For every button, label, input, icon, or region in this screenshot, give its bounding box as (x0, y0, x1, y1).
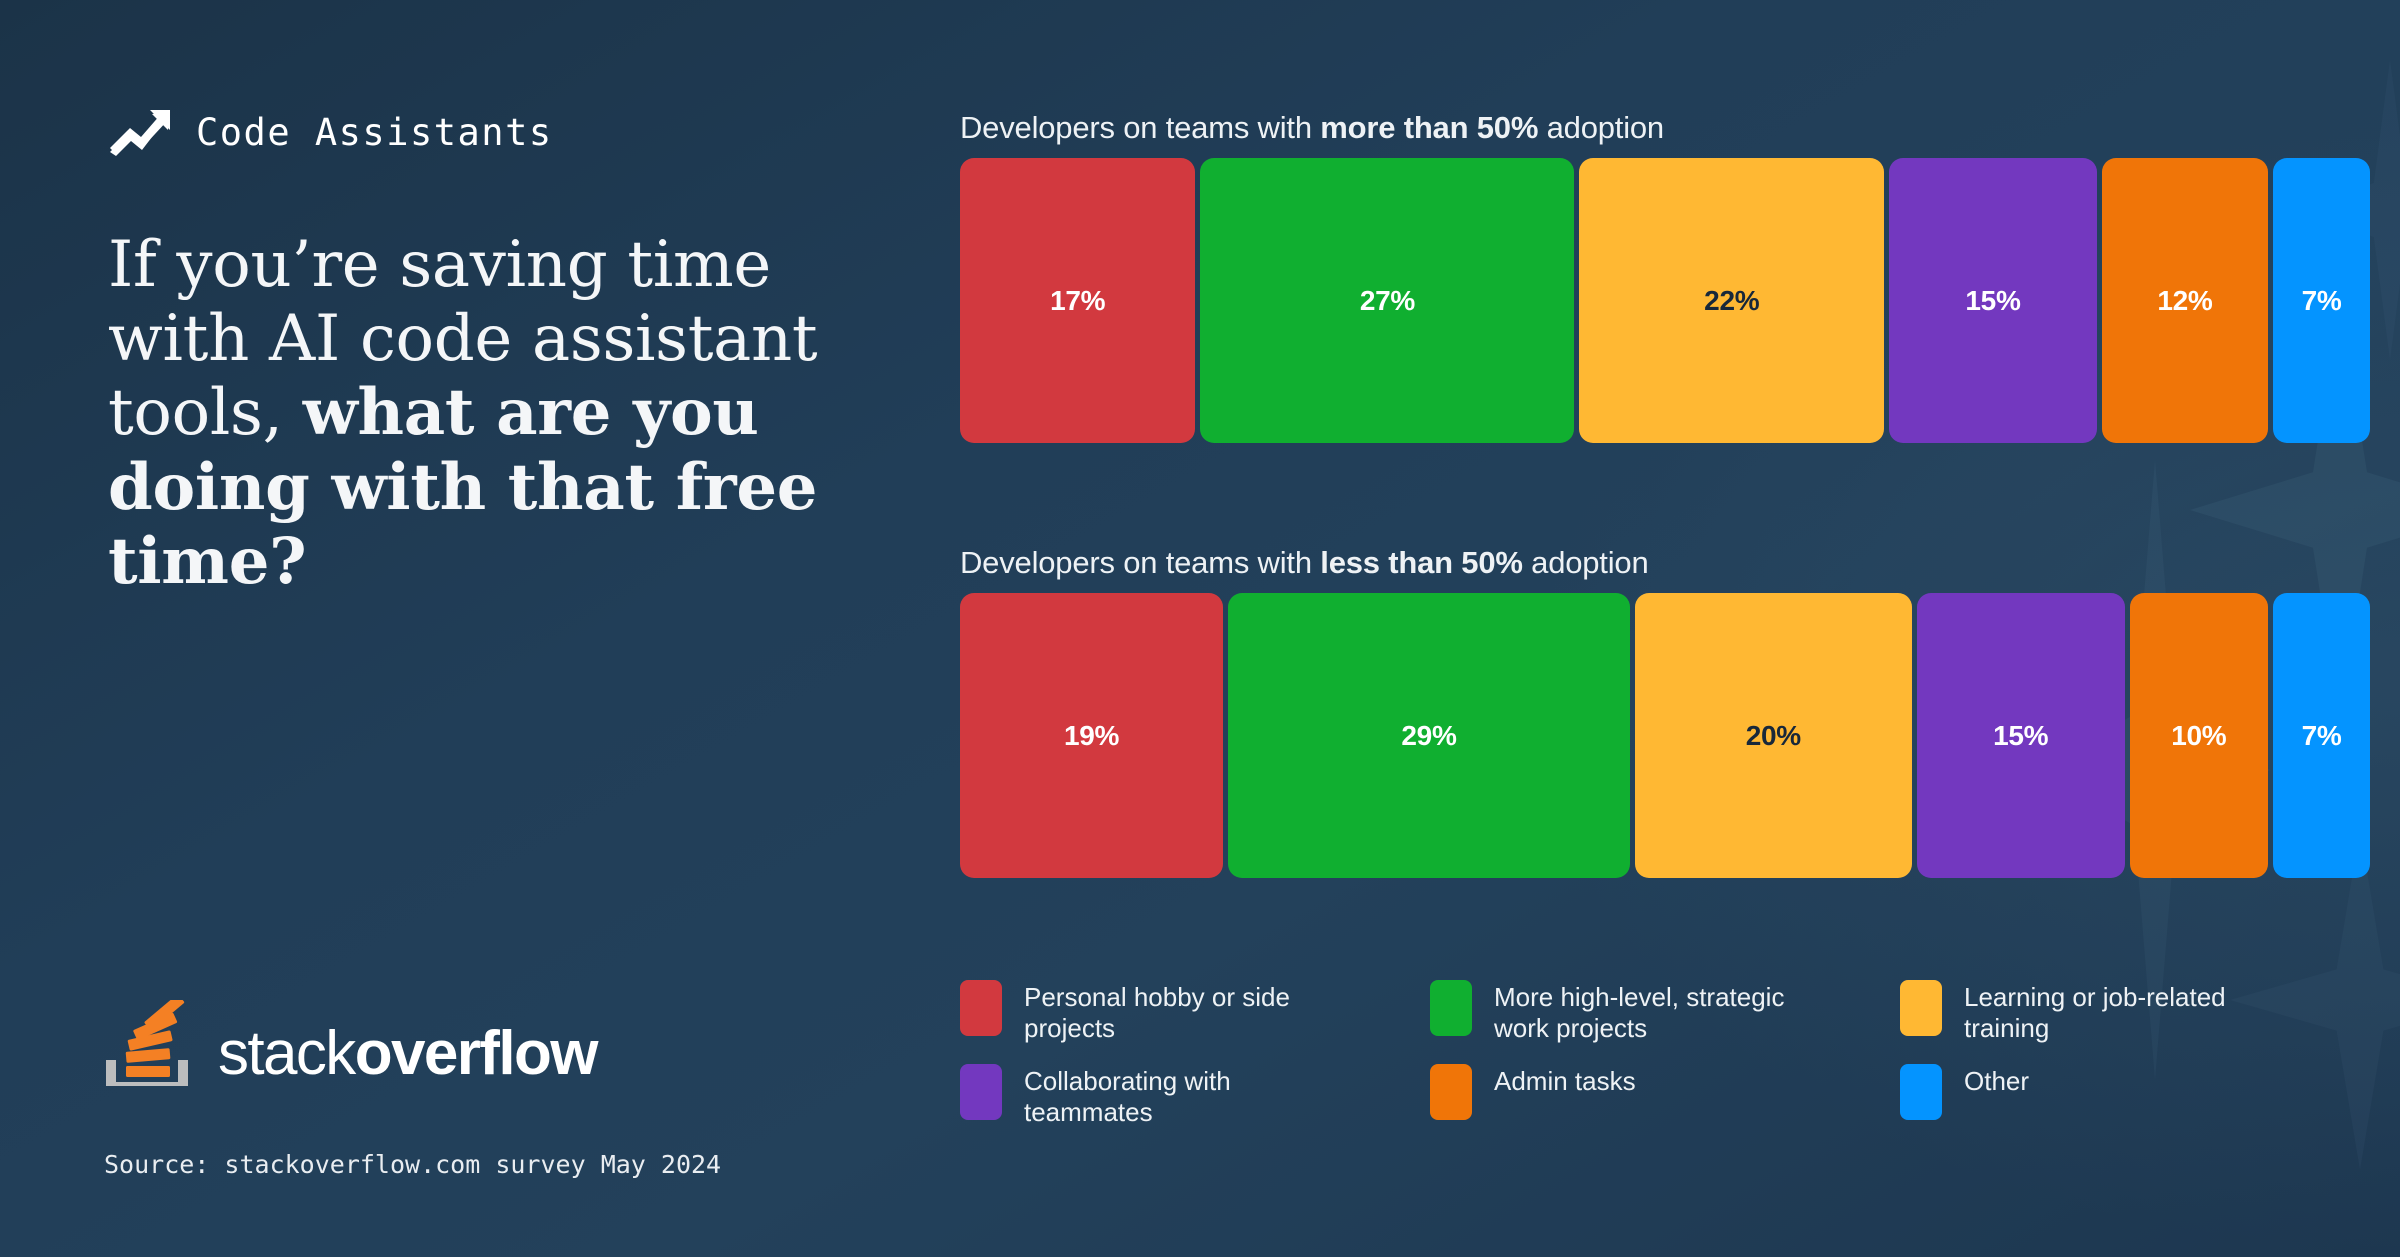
legend-item-label: Other (1964, 1066, 2030, 1096)
caption-suffix: adoption (1538, 110, 1665, 145)
legend-item[interactable]: Personal hobby or side projects (960, 980, 1430, 1043)
bar-value-label: 17% (1050, 284, 1106, 316)
bar-segment[interactable]: 7% (2273, 593, 2371, 878)
trending-up-arrow-icon (110, 110, 170, 156)
logo-word-overflow: overflow (354, 1019, 599, 1089)
caption-prefix: Developers on teams with (960, 545, 1321, 580)
legend-item[interactable]: Other (1900, 1064, 2370, 1122)
bar-segment[interactable]: 7% (2273, 158, 2371, 443)
stackoverflow-logo[interactable]: stackoverflow (104, 1000, 598, 1086)
chart-caption-less-than-50: Developers on teams with less than 50% a… (960, 545, 2370, 581)
legend-item-label: Personal hobby or side projects (1024, 982, 1290, 1043)
bar-segment[interactable]: 19% (960, 593, 1224, 878)
bar-segment[interactable]: 10% (2129, 593, 2269, 878)
bar-value-label: 27% (1359, 284, 1415, 316)
legend-swatch-learning-training (1900, 980, 1942, 1036)
legend-item[interactable]: Learning or job-related training (1900, 980, 2370, 1043)
bar-segment[interactable]: 12% (2101, 158, 2269, 443)
legend-swatch-other (1900, 1064, 1942, 1120)
legend-item[interactable]: Admin tasks (1430, 1064, 1900, 1122)
chart-caption-more-than-50: Developers on teams with more than 50% a… (960, 110, 2370, 146)
stacked-bar-row: 19% 29% 20% 15% 10% 7% (960, 593, 2371, 878)
stacked-bar-row: 17% 27% 22% 15% 12% 7% (960, 158, 2371, 443)
bar-value-label: 15% (1993, 719, 2049, 751)
bar-value-label: 10% (2171, 719, 2227, 751)
legend-swatch-strategic-work (1430, 980, 1472, 1036)
bar-value-label: 12% (2157, 284, 2213, 316)
caption-suffix: adoption (1522, 545, 1649, 580)
stackoverflow-wordmark: stackoverflow (218, 1023, 598, 1086)
legend-item-label: More high-level, strategic work projects (1494, 982, 1785, 1043)
bar-value-label: 20% (1745, 719, 1801, 751)
eyebrow-header: Code Assistants (108, 108, 553, 156)
bar-segment[interactable]: 29% (1228, 593, 1630, 878)
bar-value-label: 7% (2301, 284, 2342, 316)
chart-legend: Personal hobby or side projects More high… (960, 980, 2370, 1127)
bar-value-label: 7% (2301, 719, 2342, 751)
stack-overflow-logo-icon (106, 1000, 188, 1086)
logo-word-stack: stack (218, 1019, 356, 1089)
bar-value-label: 29% (1401, 719, 1457, 751)
page-title: If you’re saving time with AI code assis… (108, 228, 908, 599)
bar-segment[interactable]: 15% (1889, 158, 2097, 443)
legend-item-label: Collaborating with teammates (1024, 1066, 1231, 1127)
chart-column: Developers on teams with more than 50% a… (960, 0, 2371, 1257)
bar-value-label: 15% (1965, 284, 2021, 316)
bar-segment[interactable]: 27% (1200, 158, 1575, 443)
legend-swatch-personal-hobby (960, 980, 1002, 1036)
infographic-canvas: Code Assistants If you’re saving time wi… (0, 0, 2400, 1257)
legend-item-label: Learning or job-related training (1964, 982, 2226, 1043)
chart-group-more-than-50: Developers on teams with more than 50% a… (960, 110, 2371, 443)
legend-item[interactable]: Collaborating with teammates (960, 1064, 1430, 1127)
caption-emphasis: less than 50% (1320, 545, 1523, 580)
caption-prefix: Developers on teams with (960, 110, 1321, 145)
legend-item-label: Admin tasks (1494, 1066, 1636, 1096)
bar-segment[interactable]: 22% (1579, 158, 1885, 443)
left-column: Code Assistants If you’re saving time wi… (104, 0, 934, 1257)
bar-segment[interactable]: 15% (1916, 593, 2125, 878)
source-note: Source: stackoverflow.com survey May 202… (104, 1150, 722, 1179)
legend-swatch-collaborating (960, 1064, 1002, 1120)
bar-segment[interactable]: 17% (960, 158, 1196, 443)
bar-value-label: 19% (1064, 719, 1120, 751)
bar-value-label: 22% (1704, 284, 1760, 316)
legend-item[interactable]: More high-level, strategic work projects (1430, 980, 1900, 1043)
bar-segment[interactable]: 20% (1634, 593, 1912, 878)
caption-emphasis: more than 50% (1320, 110, 1539, 145)
legend-swatch-admin-tasks (1430, 1064, 1472, 1120)
eyebrow-label: Code Assistants (196, 110, 553, 154)
chart-group-less-than-50: Developers on teams with less than 50% a… (960, 545, 2371, 878)
